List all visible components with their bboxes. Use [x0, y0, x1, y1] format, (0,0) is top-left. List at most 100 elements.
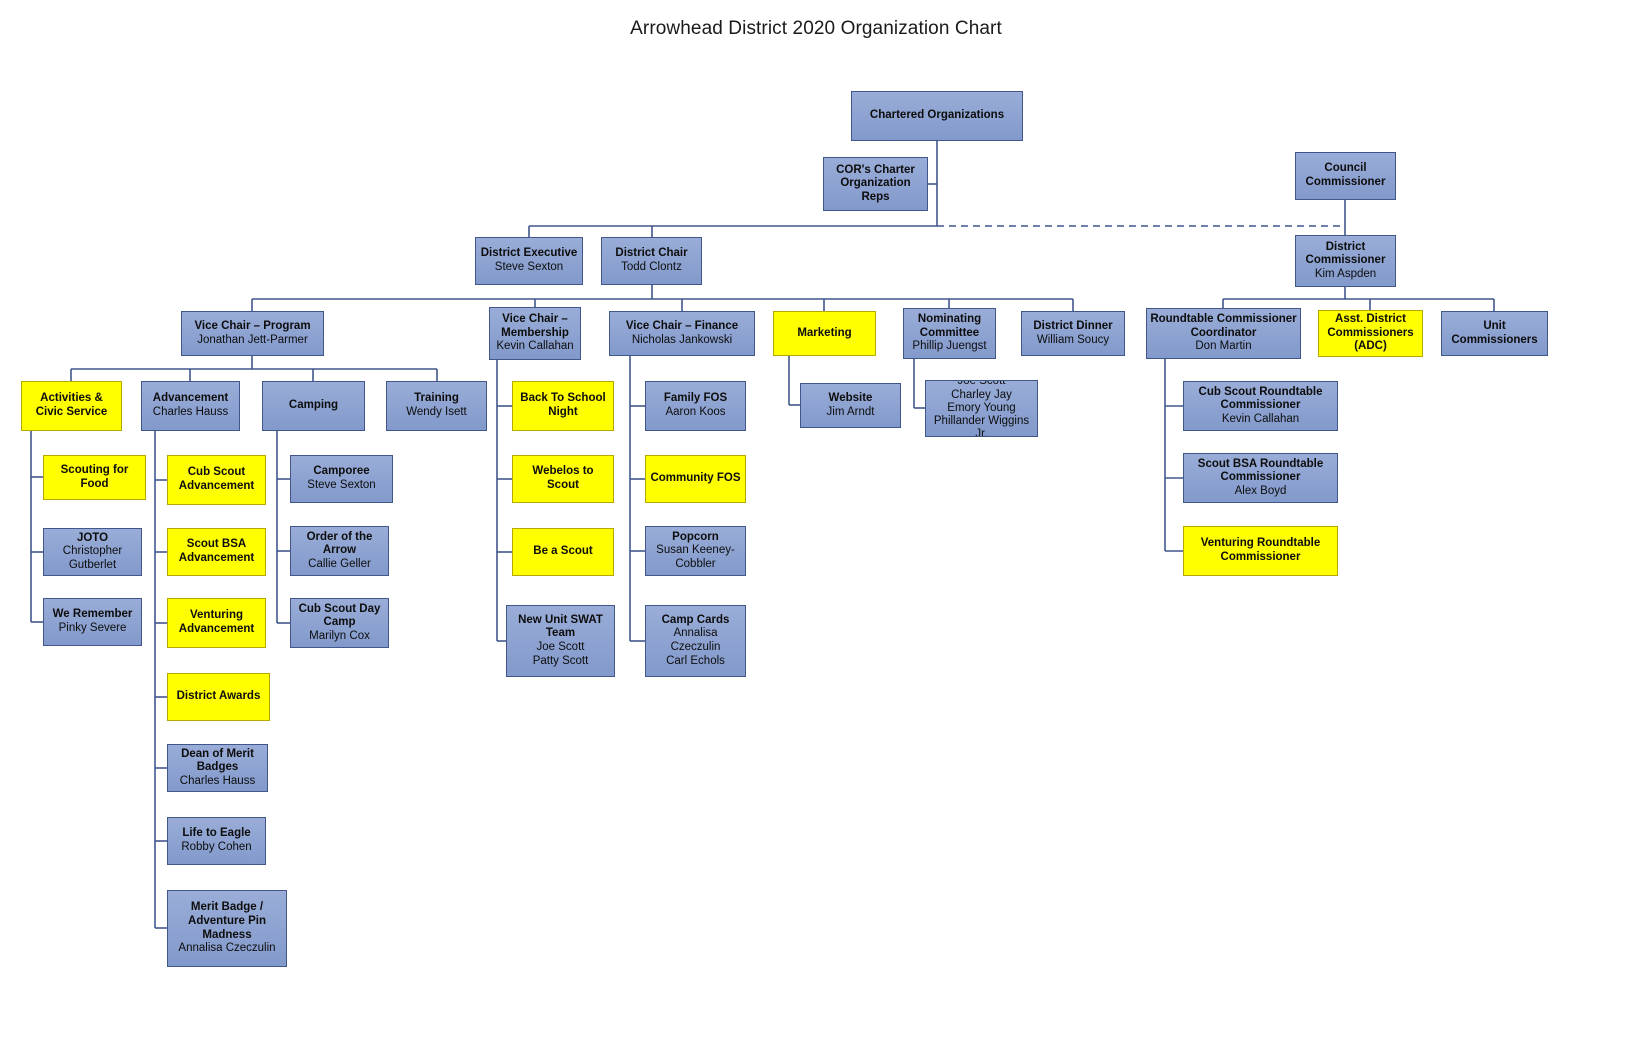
org-node-cub_scout_roundtable_commissioner[interactable]: Cub Scout Roundtable Commissioner Kevin C… — [1183, 381, 1338, 431]
org-node-title: Scouting for Food — [60, 463, 129, 490]
org-node-district_chair[interactable]: District Chair Todd Clontz — [601, 237, 702, 285]
org-node-person: Kevin Callahan — [1221, 412, 1300, 425]
org-node-person: Wendy Isett — [406, 406, 467, 418]
org-node-roundtable_commissioner_coordinator[interactable]: Roundtable Commissioner Coordinator Don M… — [1146, 308, 1301, 359]
org-node-title: Unit Commissioners — [1451, 319, 1538, 346]
org-node-person: Joe Scott — [536, 641, 585, 653]
org-node-be_a_scout[interactable]: Be a Scout — [512, 528, 614, 576]
org-node-title: Asst. District Commissioners (ADC) — [1327, 313, 1414, 353]
org-node-asst_district_commissioners[interactable]: Asst. District Commissioners (ADC) — [1318, 310, 1423, 357]
org-node-title: Vice Chair – Membership — [501, 313, 569, 339]
org-node-venturing_roundtable_commissioner[interactable]: Venturing Roundtable Commissioner — [1183, 526, 1338, 576]
org-node-vc_finance[interactable]: Vice Chair – Finance Nicholas Jankowski — [609, 311, 755, 356]
org-node-title: Order of the Arrow — [306, 530, 373, 557]
org-node-person: Patty Scott — [532, 654, 589, 667]
org-node-vc_membership[interactable]: Vice Chair – Membership Kevin Callahan — [489, 307, 581, 360]
org-node-title: Camping — [288, 399, 339, 412]
org-node-merit_badge_adventure_pin_madness[interactable]: Merit Badge / Adventure Pin Madness Annal… — [167, 890, 287, 967]
org-node-council_commissioner[interactable]: Council Commissioner — [1295, 152, 1396, 200]
org-node-camping[interactable]: Camping — [262, 381, 365, 431]
org-node-person: Annalisa Czeczulin — [178, 942, 276, 955]
org-node-scout_bsa_advancement[interactable]: Scout BSA Advancement — [167, 528, 266, 576]
org-node-title: Nominating Committee — [917, 313, 982, 339]
org-node-title: JOTO — [76, 531, 109, 544]
org-node-district_awards[interactable]: District Awards — [167, 673, 270, 721]
org-node-person: Alex Boyd — [1234, 484, 1287, 497]
org-node-title: Venturing Advancement — [178, 609, 255, 635]
org-node-title: Camporee — [313, 465, 370, 478]
org-node-cub_scout_advancement[interactable]: Cub Scout Advancement — [167, 455, 266, 505]
org-node-title: Popcorn — [672, 530, 719, 543]
org-node-title: New Unit SWAT Team — [518, 613, 603, 640]
org-node-title: Vice Chair – Program — [194, 319, 311, 332]
org-node-title: Community FOS — [650, 472, 741, 485]
org-node-title: District Commissioner — [1305, 240, 1386, 267]
org-node-title: Advancement — [152, 392, 229, 405]
org-node-person: Todd Clontz — [621, 261, 682, 273]
org-node-person: Steve Sexton — [307, 479, 376, 491]
org-node-title: Webelos to Scout — [532, 465, 594, 491]
org-node-title: District Executive — [480, 247, 578, 260]
org-node-person: William Soucy — [1036, 333, 1110, 346]
org-node-scout_bsa_roundtable_commissioner[interactable]: Scout BSA Roundtable Commissioner Alex Bo… — [1183, 453, 1338, 503]
org-node-camporee[interactable]: Camporee Steve Sexton — [290, 455, 393, 503]
org-node-title: Family FOS — [663, 392, 728, 405]
org-node-person: Kim Aspden — [1314, 267, 1377, 280]
org-node-vc_program[interactable]: Vice Chair – Program Jonathan Jett-Parmer — [181, 311, 324, 356]
org-node-person: Phillander Wiggins Jr. — [933, 415, 1030, 437]
org-node-camp_cards[interactable]: Camp Cards Annalisa Czeczulin Carl Echols — [645, 605, 746, 677]
org-node-back_to_school_night[interactable]: Back To School Night — [512, 381, 614, 431]
org-node-family_fos[interactable]: Family FOS Aaron Koos — [645, 381, 746, 431]
org-node-unit_commissioners[interactable]: Unit Commissioners — [1441, 311, 1548, 356]
org-node-nominating_committee[interactable]: Nominating Committee Phillip Juengst — [903, 308, 996, 359]
org-node-activities_civic_service[interactable]: Activities & Civic Service — [21, 381, 122, 431]
org-node-advancement[interactable]: Advancement Charles Hauss — [141, 381, 240, 431]
org-chart: Arrowhead District 2020 Organization Cha… — [0, 0, 1632, 1056]
org-node-community_fos[interactable]: Community FOS — [645, 455, 746, 503]
org-node-person: Christopher Gutberlet — [62, 545, 123, 571]
org-node-title: Scout BSA Roundtable Commissioner — [1197, 457, 1324, 484]
org-node-marketing[interactable]: Marketing — [773, 311, 876, 356]
org-node-we_remember[interactable]: We Remember Pinky Severe — [43, 598, 142, 646]
org-node-order_of_the_arrow[interactable]: Order of the Arrow Callie Geller — [290, 526, 389, 576]
org-node-title: Vice Chair – Finance — [625, 319, 739, 332]
org-node-cub_scout_day_camp[interactable]: Cub Scout Day Camp Marilyn Cox — [290, 598, 389, 648]
org-node-training[interactable]: Training Wendy Isett — [386, 381, 487, 431]
org-node-scouting_for_food[interactable]: Scouting for Food — [43, 455, 146, 500]
org-node-person: Pinky Severe — [58, 622, 127, 634]
org-node-new_unit_swat_team[interactable]: New Unit SWAT Team Joe Scott Patty Scott — [506, 605, 615, 677]
org-node-district_executive[interactable]: District Executive Steve Sexton — [475, 237, 583, 285]
org-node-cor_reps[interactable]: COR's Charter Organization Reps — [823, 157, 928, 211]
org-node-person: Susan Keeney-Cobbler — [656, 544, 735, 570]
org-node-website[interactable]: Website Jim Arndt — [800, 383, 901, 428]
org-node-person: Charles Hauss — [179, 774, 256, 787]
org-node-webelos_to_scout[interactable]: Webelos to Scout — [512, 455, 614, 503]
org-node-title: Marketing — [797, 326, 852, 339]
org-node-life_to_eagle[interactable]: Life to Eagle Robby Cohen — [167, 817, 266, 865]
org-node-title: Merit Badge / Adventure Pin Madness — [188, 901, 266, 941]
org-node-title: District Dinner — [1033, 319, 1113, 332]
org-node-chartered_organizations[interactable]: Chartered Organizations — [851, 91, 1023, 141]
org-node-dean_of_merit_badges[interactable]: Dean of Merit Badges Charles Hauss — [167, 744, 268, 792]
org-node-nominating_members[interactable]: Joe Scott Charley Jay Emory Young Phillande… — [925, 380, 1038, 437]
org-node-title: Website — [828, 391, 873, 404]
org-node-title: Chartered Organizations — [869, 109, 1005, 122]
org-node-title: Dean of Merit Badges — [181, 747, 254, 774]
org-node-title: Activities & Civic Service — [35, 392, 108, 418]
org-node-title: Be a Scout — [533, 545, 593, 558]
org-node-venturing_advancement[interactable]: Venturing Advancement — [167, 598, 266, 648]
org-node-person: Carl Echols — [666, 654, 725, 667]
org-node-district_commissioner[interactable]: District Commissioner Kim Aspden — [1295, 235, 1396, 287]
org-node-title: Scout BSA Advancement — [178, 538, 255, 564]
org-node-person: Aaron Koos — [665, 406, 726, 418]
org-node-district_dinner[interactable]: District Dinner William Soucy — [1021, 311, 1125, 356]
org-node-person: Don Martin — [1195, 340, 1252, 353]
org-node-person: Emory Young — [947, 401, 1016, 414]
org-node-person: Charley Jay — [951, 388, 1012, 401]
org-node-joto[interactable]: JOTO Christopher Gutberlet — [43, 528, 142, 576]
page-title: Arrowhead District 2020 Organization Cha… — [630, 18, 1002, 39]
org-node-person: Charles Hauss — [152, 406, 229, 418]
org-node-person: Marilyn Cox — [309, 629, 370, 642]
org-node-popcorn[interactable]: Popcorn Susan Keeney-Cobbler — [645, 526, 746, 576]
org-node-title: We Remember — [52, 608, 133, 621]
